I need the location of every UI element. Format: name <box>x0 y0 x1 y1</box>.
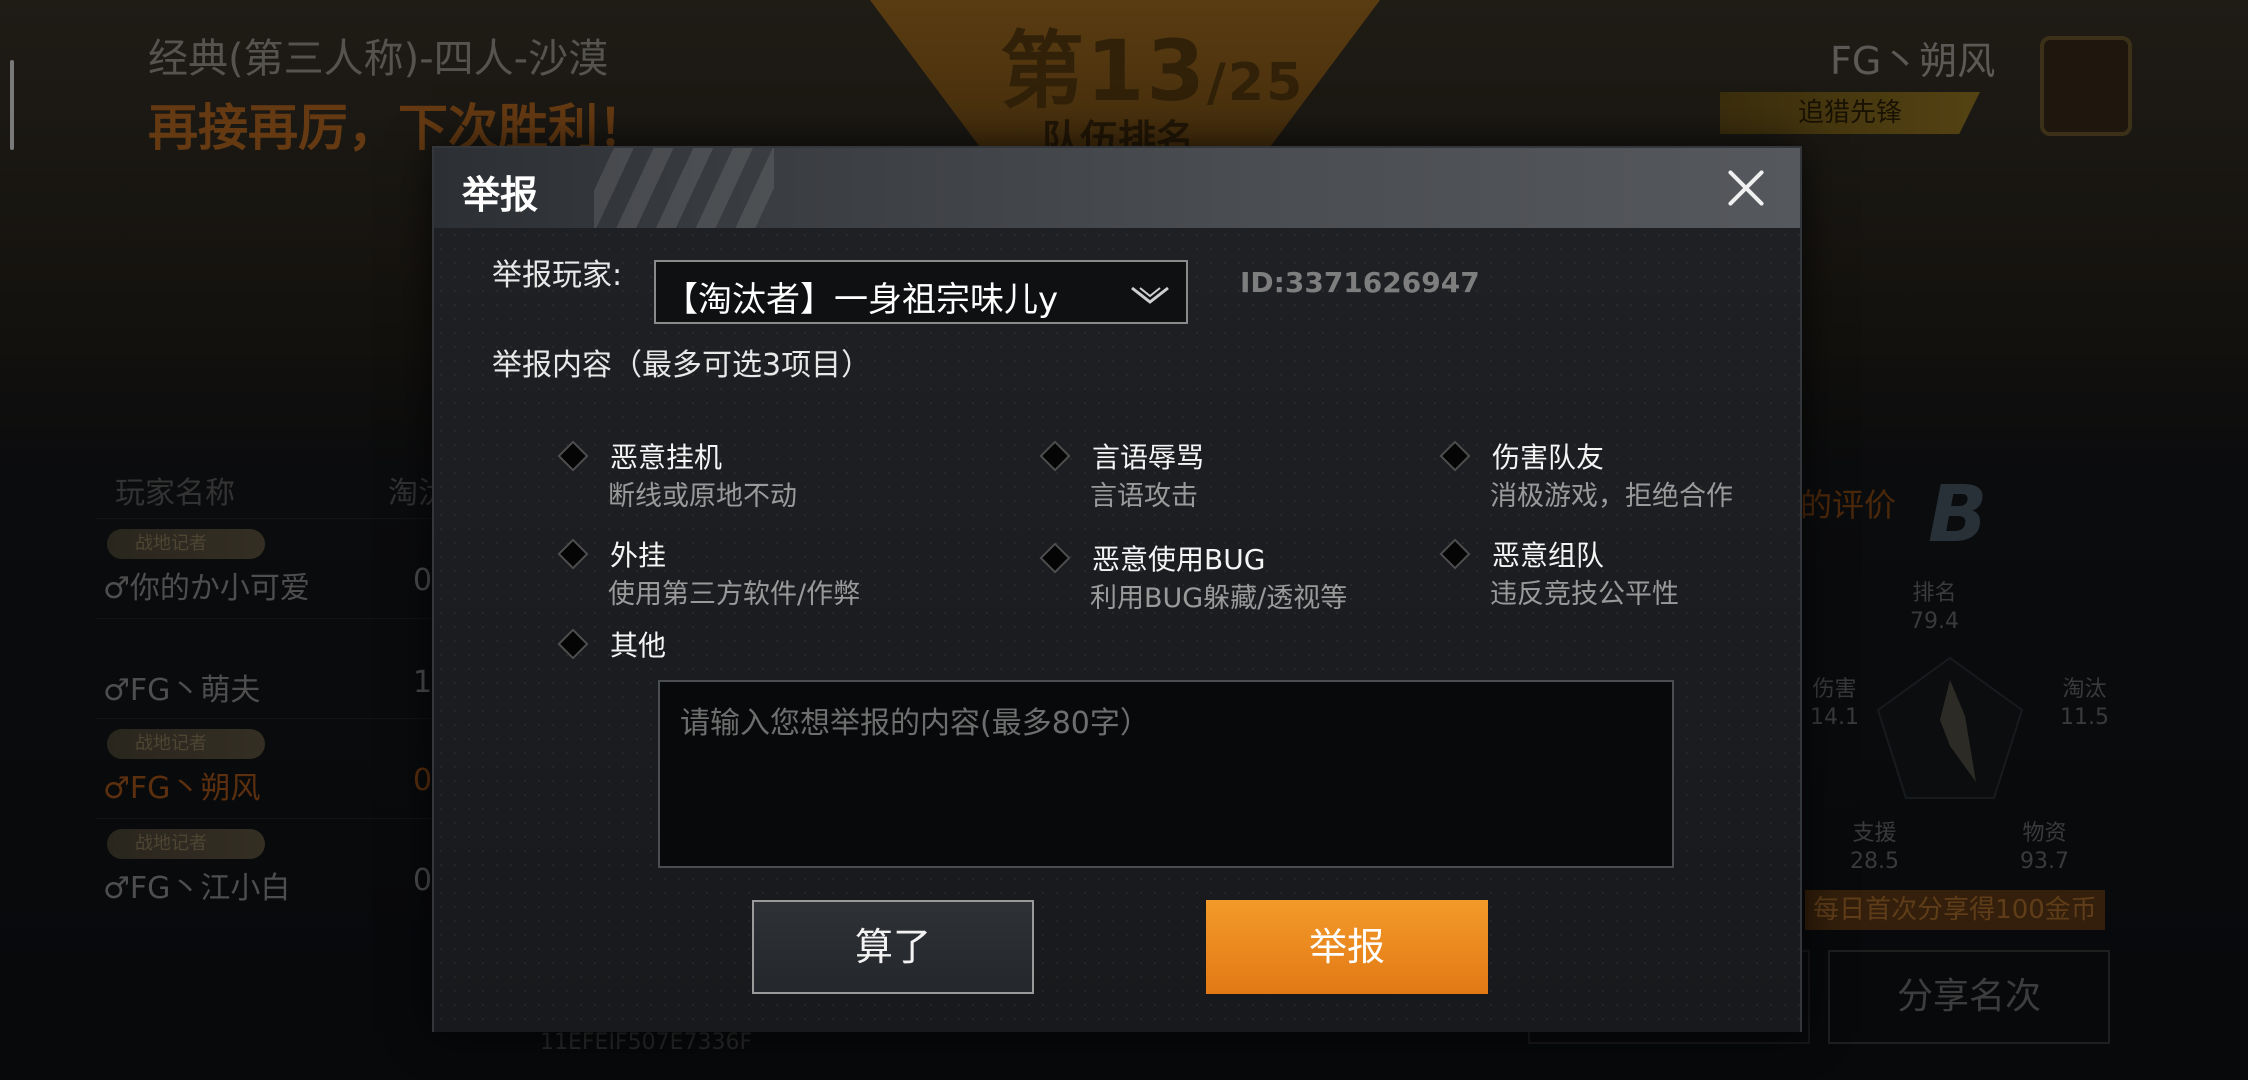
checkbox-diamond-icon <box>1039 440 1071 472</box>
option-title: 恶意使用BUG <box>1092 543 1266 576</box>
option-cheating[interactable]: 外挂 使用第三方软件/作弊 <box>557 534 942 614</box>
report-content-label: 举报内容（最多可选3项目） <box>492 348 872 383</box>
option-verbal-abuse[interactable]: 言语辱骂 言语攻击 <box>1039 436 1404 516</box>
option-teaming[interactable]: 恶意组队 违反竞技公平性 <box>1439 534 1784 614</box>
checkbox-diamond-icon <box>557 440 589 472</box>
close-icon[interactable] <box>1720 162 1772 214</box>
option-desc: 断线或原地不动 <box>608 481 797 512</box>
option-title: 言语辱骂 <box>1092 441 1205 474</box>
header-stripes <box>594 148 774 228</box>
report-details-textarea[interactable]: 请输入您想举报的内容(最多80字） <box>658 680 1674 868</box>
option-title: 伤害队友 <box>1492 441 1605 474</box>
report-player-dropdown[interactable]: 【淘汰者】一身祖宗味儿y <box>654 260 1188 324</box>
option-title: 恶意挂机 <box>610 441 723 474</box>
dialog-title: 举报 <box>462 173 539 217</box>
submit-report-button[interactable]: 举报 <box>1206 900 1488 994</box>
textarea-placeholder: 请输入您想举报的内容(最多80字） <box>680 706 1150 741</box>
checkbox-diamond-icon <box>1439 538 1471 570</box>
option-bug-abuse[interactable]: 恶意使用BUG 利用BUG躲藏/透视等 <box>1039 538 1404 618</box>
cancel-button[interactable]: 算了 <box>752 900 1034 994</box>
checkbox-diamond-icon <box>1439 440 1471 472</box>
dialog-header: 举报 <box>434 148 1800 228</box>
option-team-damage[interactable]: 伤害队友 消极游戏，拒绝合作 <box>1439 436 1784 516</box>
selected-player: 【淘汰者】一身祖宗味儿y <box>664 280 1059 320</box>
option-desc: 违反竞技公平性 <box>1490 579 1679 610</box>
option-desc: 消极游戏，拒绝合作 <box>1490 481 1733 512</box>
checkbox-diamond-icon <box>557 538 589 570</box>
option-desc: 利用BUG躲藏/透视等 <box>1090 583 1348 614</box>
option-title: 外挂 <box>610 539 667 572</box>
player-id: ID:3371626947 <box>1240 266 1480 299</box>
checkbox-diamond-icon <box>1039 542 1071 574</box>
report-dialog: 举报 举报玩家: 【淘汰者】一身祖宗味儿y ID:3371626947 举报内容… <box>432 146 1802 1032</box>
option-title: 其他 <box>610 629 667 662</box>
option-desc: 言语攻击 <box>1090 481 1198 512</box>
checkbox-diamond-icon <box>557 628 589 660</box>
option-title: 恶意组队 <box>1492 539 1605 572</box>
report-player-label: 举报玩家: <box>492 258 623 293</box>
chevron-down-icon <box>1131 286 1169 304</box>
option-desc: 使用第三方软件/作弊 <box>608 579 861 610</box>
option-other[interactable]: 其他 <box>557 624 762 668</box>
option-afk[interactable]: 恶意挂机 断线或原地不动 <box>557 436 942 516</box>
